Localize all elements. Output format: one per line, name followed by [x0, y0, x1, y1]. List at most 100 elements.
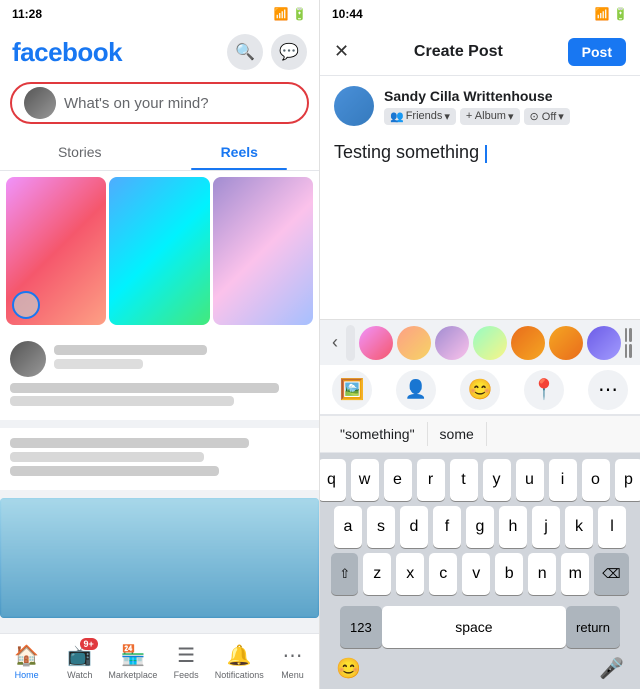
reel-item-1[interactable] — [6, 177, 106, 325]
reel-item-2[interactable] — [109, 177, 209, 325]
search-icon: 🔍 — [235, 42, 255, 62]
keyboard-bottom-bar: 😊 🎤 — [324, 652, 636, 683]
post-box[interactable]: What's on your mind? — [10, 82, 309, 124]
emoji-action-button[interactable]: 😊 — [460, 370, 500, 410]
nav-feeds[interactable]: ☰ Feeds — [160, 634, 213, 689]
photo-action-button[interactable]: 🖼️ — [332, 370, 372, 410]
emoji-avatar-5[interactable] — [511, 326, 545, 360]
menu-icon: ⋯ — [282, 643, 302, 668]
emoji-bar-arrow[interactable]: ‹ — [328, 328, 342, 357]
marketplace-icon: 🏪 — [120, 643, 145, 668]
home-icon: 🏠 — [14, 643, 39, 668]
key-return[interactable]: return — [566, 606, 620, 648]
nav-home[interactable]: 🏠 Home — [0, 634, 53, 689]
suggestion-2[interactable]: some — [428, 422, 487, 446]
left-status-bar: 11:28 📶 🔋 — [0, 0, 319, 28]
key-delete[interactable]: ⌫ — [594, 553, 628, 595]
suggestion-1[interactable]: "something" — [328, 422, 428, 446]
left-time: 11:28 — [12, 7, 42, 21]
key-h[interactable]: h — [499, 506, 527, 548]
action-row: 🖼️ 👤 😊 📍 ⋯ — [320, 365, 640, 415]
key-123[interactable]: 123 — [340, 606, 382, 648]
watch-badge: 9+ — [80, 638, 98, 650]
keyboard-row-3: ⇧ z x c v b n m ⌫ — [324, 553, 636, 595]
key-r[interactable]: r — [417, 459, 445, 501]
key-l[interactable]: l — [598, 506, 626, 548]
key-t[interactable]: t — [450, 459, 478, 501]
emoji-avatar-7[interactable] — [587, 326, 621, 360]
text-cursor — [485, 145, 487, 163]
key-n[interactable]: n — [528, 553, 556, 595]
messenger-icon: 💬 — [279, 42, 299, 62]
close-button[interactable]: ✕ — [334, 41, 349, 62]
key-e[interactable]: e — [384, 459, 412, 501]
tag-album[interactable]: + Album ▾ — [460, 108, 520, 125]
grid-dot-4 — [629, 344, 632, 358]
key-g[interactable]: g — [466, 506, 494, 548]
suggestions-row: "something" some — [320, 415, 640, 453]
emoji-blank-slot — [346, 325, 355, 361]
post-button[interactable]: Post — [568, 38, 626, 66]
key-c[interactable]: c — [429, 553, 457, 595]
key-z[interactable]: z — [363, 553, 391, 595]
reels-grid — [0, 171, 319, 331]
nav-marketplace[interactable]: 🏪 Marketplace — [106, 634, 159, 689]
emoji-avatar-4[interactable] — [473, 326, 507, 360]
location-button[interactable]: 📍 — [524, 370, 564, 410]
tag-off[interactable]: ⊙ Off ▾ — [524, 108, 570, 125]
tab-stories[interactable]: Stories — [0, 134, 160, 170]
nav-notifications[interactable]: 🔔 Notifications — [213, 634, 266, 689]
left-panel: 11:28 📶 🔋 facebook 🔍 💬 What's on your mi… — [0, 0, 320, 689]
key-s[interactable]: s — [367, 506, 395, 548]
emoji-avatar-1[interactable] — [359, 326, 393, 360]
blurred-sub-1 — [54, 359, 143, 369]
key-q[interactable]: q — [320, 459, 346, 501]
key-u[interactable]: u — [516, 459, 544, 501]
reel-avatar-1 — [12, 291, 40, 319]
key-j[interactable]: j — [532, 506, 560, 548]
tag-people-button[interactable]: 👤 — [396, 370, 436, 410]
search-button[interactable]: 🔍 — [227, 34, 263, 70]
emoji-avatar-3[interactable] — [435, 326, 469, 360]
key-b[interactable]: b — [495, 553, 523, 595]
post-text: Testing something — [334, 142, 479, 162]
key-i[interactable]: i — [549, 459, 577, 501]
key-y[interactable]: y — [483, 459, 511, 501]
key-o[interactable]: o — [582, 459, 610, 501]
key-space[interactable]: space — [382, 606, 566, 648]
key-x[interactable]: x — [396, 553, 424, 595]
tag-friends[interactable]: 👥 Friends ▾ — [384, 108, 456, 125]
keyboard-row-2: a s d f g h j k l — [324, 506, 636, 548]
grid-dot-2 — [629, 328, 632, 342]
grid-dot-3 — [625, 344, 628, 358]
nav-watch[interactable]: 9+ 📺 Watch — [53, 634, 106, 689]
keyboard-emoji-button[interactable]: 😊 — [336, 656, 361, 681]
key-d[interactable]: d — [400, 506, 428, 548]
photo-icon: 🖼️ — [340, 377, 365, 402]
key-m[interactable]: m — [561, 553, 589, 595]
nav-feeds-label: Feeds — [174, 670, 199, 680]
key-a[interactable]: a — [334, 506, 362, 548]
post-content-area[interactable]: Testing something — [320, 136, 640, 319]
grid-dot-1 — [625, 328, 628, 342]
tab-reels[interactable]: Reels — [160, 134, 320, 170]
key-f[interactable]: f — [433, 506, 461, 548]
reel-item-3[interactable] — [213, 177, 313, 325]
emoji-avatar-2[interactable] — [397, 326, 431, 360]
author-name: Sandy Cilla Writtenhouse — [384, 88, 570, 104]
messenger-button[interactable]: 💬 — [271, 34, 307, 70]
off-chevron-icon: ▾ — [558, 110, 564, 123]
key-p[interactable]: p — [615, 459, 640, 501]
more-actions-button[interactable]: ⋯ — [588, 370, 628, 410]
friends-icon: 👥 — [390, 110, 404, 123]
nav-notifications-label: Notifications — [215, 670, 264, 680]
emoji-grid-button[interactable] — [625, 328, 632, 358]
nav-menu[interactable]: ⋯ Menu — [266, 634, 319, 689]
keyboard-mic-button[interactable]: 🎤 — [599, 656, 624, 681]
key-k[interactable]: k — [565, 506, 593, 548]
emoji-avatar-6[interactable] — [549, 326, 583, 360]
key-v[interactable]: v — [462, 553, 490, 595]
key-shift[interactable]: ⇧ — [331, 553, 358, 595]
key-w[interactable]: w — [351, 459, 379, 501]
right-status-icons: 📶 🔋 — [595, 7, 628, 21]
